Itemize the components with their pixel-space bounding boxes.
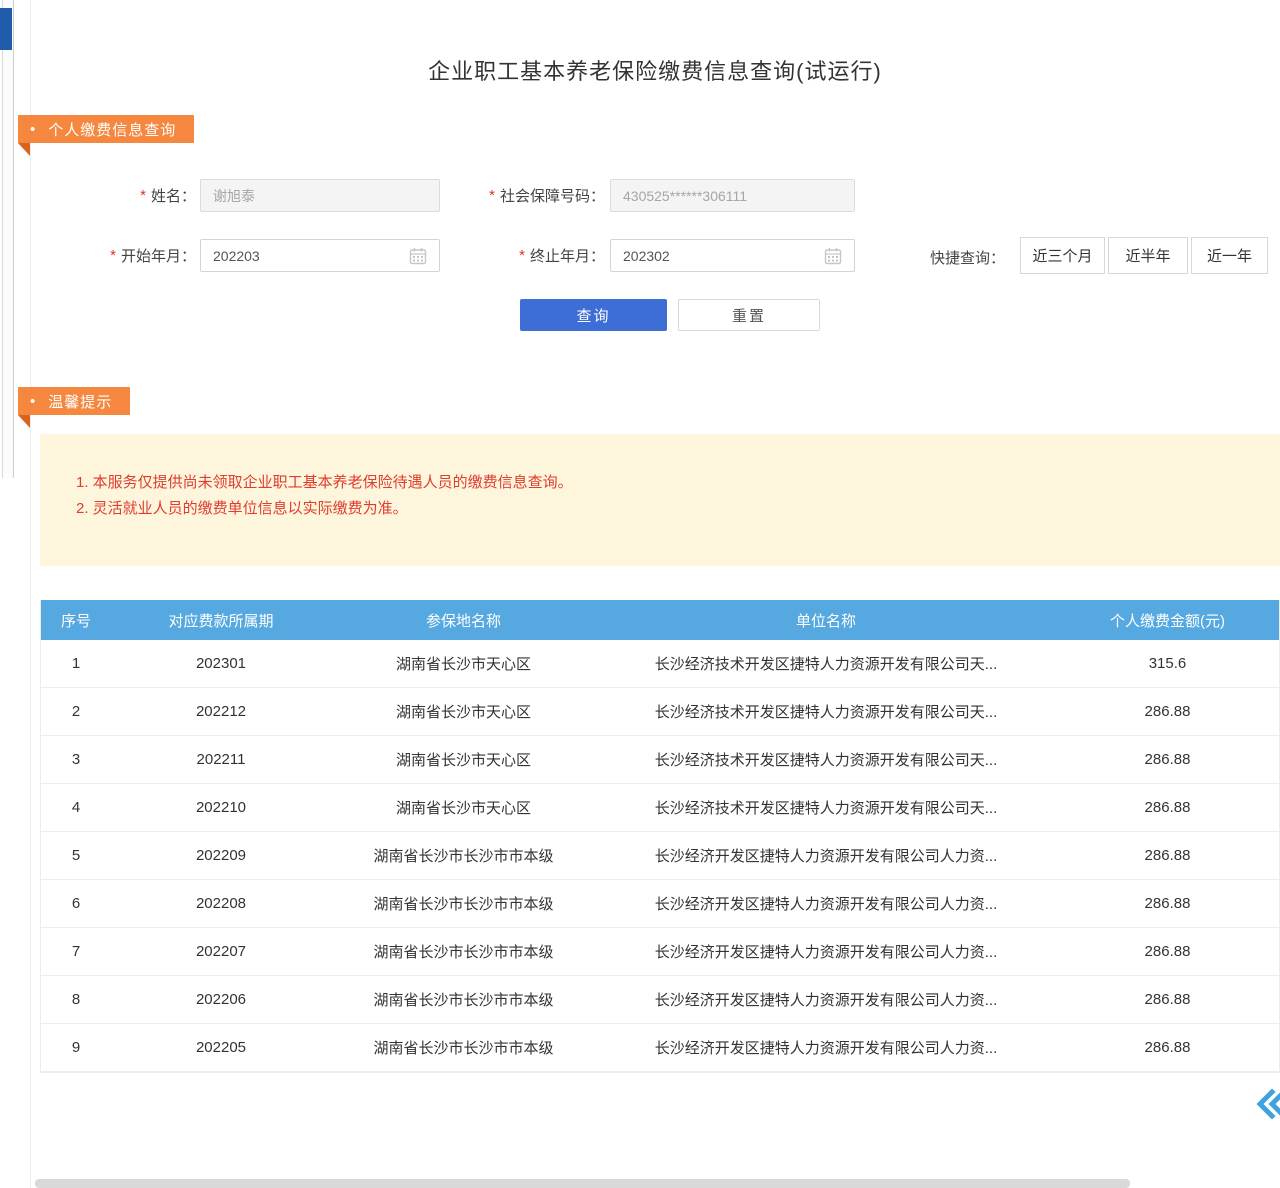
calendar-icon[interactable] xyxy=(824,247,842,265)
table-row: 7 202207 湖南省长沙市长沙市市本级 长沙经济开发区捷特人力资源开发有限公… xyxy=(41,928,1279,976)
section-header-tips: • 温馨提示 xyxy=(18,387,130,415)
table-row: 8 202206 湖南省长沙市长沙市市本级 长沙经济开发区捷特人力资源开发有限公… xyxy=(41,976,1279,1024)
calendar-icon[interactable] xyxy=(409,247,427,265)
table-row: 9 202205 湖南省长沙市长沙市市本级 长沙经济开发区捷特人力资源开发有限公… xyxy=(41,1024,1279,1072)
tips-box: 1. 本服务仅提供尚未领取企业职工基本养老保险待遇人员的缴费信息查询。 2. 灵… xyxy=(40,434,1280,566)
quick-last-half-year-button[interactable]: 近半年 xyxy=(1108,237,1188,274)
table-header-row: 序号 对应费款所属期 参保地名称 单位名称 个人缴费金额(元) xyxy=(41,600,1279,640)
required-asterisk: * xyxy=(489,187,495,204)
ssn-label: * 社会保障号码： xyxy=(455,179,605,212)
table-row: 3 202211 湖南省长沙市天心区 长沙经济技术开发区捷特人力资源开发有限公司… xyxy=(41,736,1279,784)
required-asterisk: * xyxy=(110,247,116,264)
name-label: * 姓名： xyxy=(88,179,196,212)
page-title: 企业职工基本养老保险缴费信息查询(试运行) xyxy=(30,54,1280,86)
ribbon-fold xyxy=(18,415,30,428)
page: 企业职工基本养老保险缴费信息查询(试运行) • 个人缴费信息查询 * 姓名： 谢… xyxy=(0,0,1280,1188)
horizontal-scrollbar[interactable] xyxy=(35,1179,1130,1188)
quick-query-group: 近三个月 近半年 近一年 xyxy=(1020,237,1268,274)
query-button[interactable]: 查询 xyxy=(520,299,667,331)
start-month-input[interactable]: 202203 xyxy=(200,239,440,272)
required-asterisk: * xyxy=(519,247,525,264)
name-input[interactable]: 谢旭泰 xyxy=(200,179,440,212)
header-seq: 序号 xyxy=(41,600,111,640)
end-month-label: * 终止年月： xyxy=(486,239,605,272)
ssn-input[interactable]: 430525******306111 xyxy=(610,179,855,212)
header-insured-place: 参保地名称 xyxy=(331,600,596,640)
ribbon-fold xyxy=(18,143,30,156)
table-row: 5 202209 湖南省长沙市长沙市市本级 长沙经济开发区捷特人力资源开发有限公… xyxy=(41,832,1279,880)
section-header-personal-payment-query: • 个人缴费信息查询 xyxy=(18,115,194,143)
results-table: 序号 对应费款所属期 参保地名称 单位名称 个人缴费金额(元) 1 202301… xyxy=(40,600,1280,1073)
table-row: 1 202301 湖南省长沙市天心区 长沙经济技术开发区捷特人力资源开发有限公司… xyxy=(41,640,1279,688)
bullet-icon: • xyxy=(30,393,36,410)
table-row: 2 202212 湖南省长沙市天心区 长沙经济技术开发区捷特人力资源开发有限公司… xyxy=(41,688,1279,736)
collapse-double-chevron-icon[interactable] xyxy=(1250,1084,1280,1124)
bullet-icon: • xyxy=(30,121,36,138)
tips-line: 2. 灵活就业人员的缴费单位信息以实际缴费为准。 xyxy=(76,496,1260,522)
quick-last-year-button[interactable]: 近一年 xyxy=(1191,237,1268,274)
quick-last-3-months-button[interactable]: 近三个月 xyxy=(1020,237,1105,274)
corner-accent-block xyxy=(0,8,12,50)
start-month-label: * 开始年月： xyxy=(76,239,196,272)
section-title: 个人缴费信息查询 xyxy=(48,119,176,140)
quick-query-label: 快捷查询： xyxy=(930,239,1005,275)
header-amount: 个人缴费金额(元) xyxy=(1056,600,1279,640)
required-asterisk: * xyxy=(140,187,146,204)
section-title: 温馨提示 xyxy=(48,391,112,412)
table-row: 6 202208 湖南省长沙市长沙市市本级 长沙经济开发区捷特人力资源开发有限公… xyxy=(41,880,1279,928)
reset-button[interactable]: 重置 xyxy=(678,299,820,331)
tips-line: 1. 本服务仅提供尚未领取企业职工基本养老保险待遇人员的缴费信息查询。 xyxy=(76,470,1260,496)
table-row: 4 202210 湖南省长沙市天心区 长沙经济技术开发区捷特人力资源开发有限公司… xyxy=(41,784,1279,832)
header-period: 对应费款所属期 xyxy=(111,600,331,640)
collapsed-side-strip xyxy=(2,0,14,478)
end-month-input[interactable]: 202302 xyxy=(610,239,855,272)
header-employer: 单位名称 xyxy=(596,600,1056,640)
